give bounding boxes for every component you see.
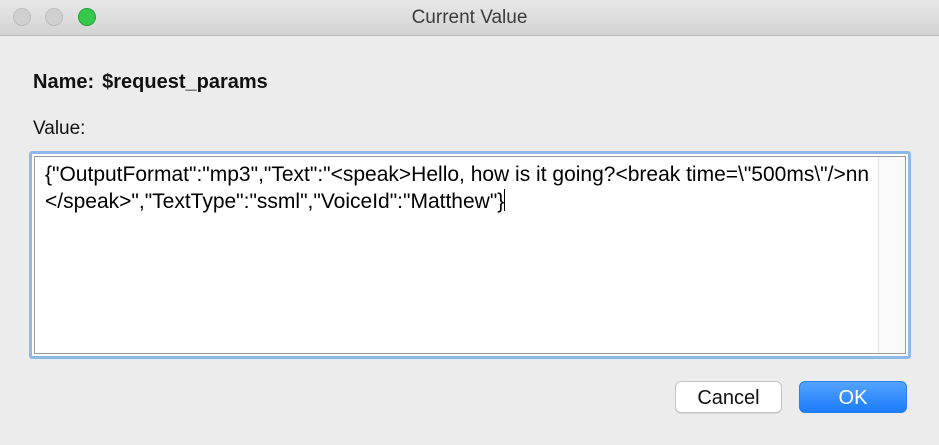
- value-label: Value:: [33, 118, 86, 139]
- current-value-dialog: Current Value Name: $request_params Value…: [0, 0, 939, 445]
- ok-button[interactable]: OK: [799, 381, 907, 413]
- value-text-content[interactable]: {"OutputFormat":"mp3","Text":"<speak>Hel…: [45, 161, 875, 215]
- value-textarea-focus-ring: {"OutputFormat":"mp3","Text":"<speak>Hel…: [29, 151, 911, 359]
- name-value: $request_params: [102, 71, 268, 93]
- name-row: Name: $request_params: [33, 71, 268, 94]
- vertical-scrollbar[interactable]: [878, 157, 905, 353]
- cancel-button[interactable]: Cancel: [675, 381, 782, 413]
- window-title: Current Value: [411, 7, 528, 28]
- value-textarea[interactable]: {"OutputFormat":"mp3","Text":"<speak>Hel…: [34, 156, 906, 354]
- name-label: Name:: [33, 71, 95, 93]
- text-caret: [504, 189, 506, 211]
- value-text[interactable]: {"OutputFormat":"mp3","Text":"<speak>Hel…: [45, 163, 869, 213]
- title-bar[interactable]: Current Value: [0, 0, 939, 36]
